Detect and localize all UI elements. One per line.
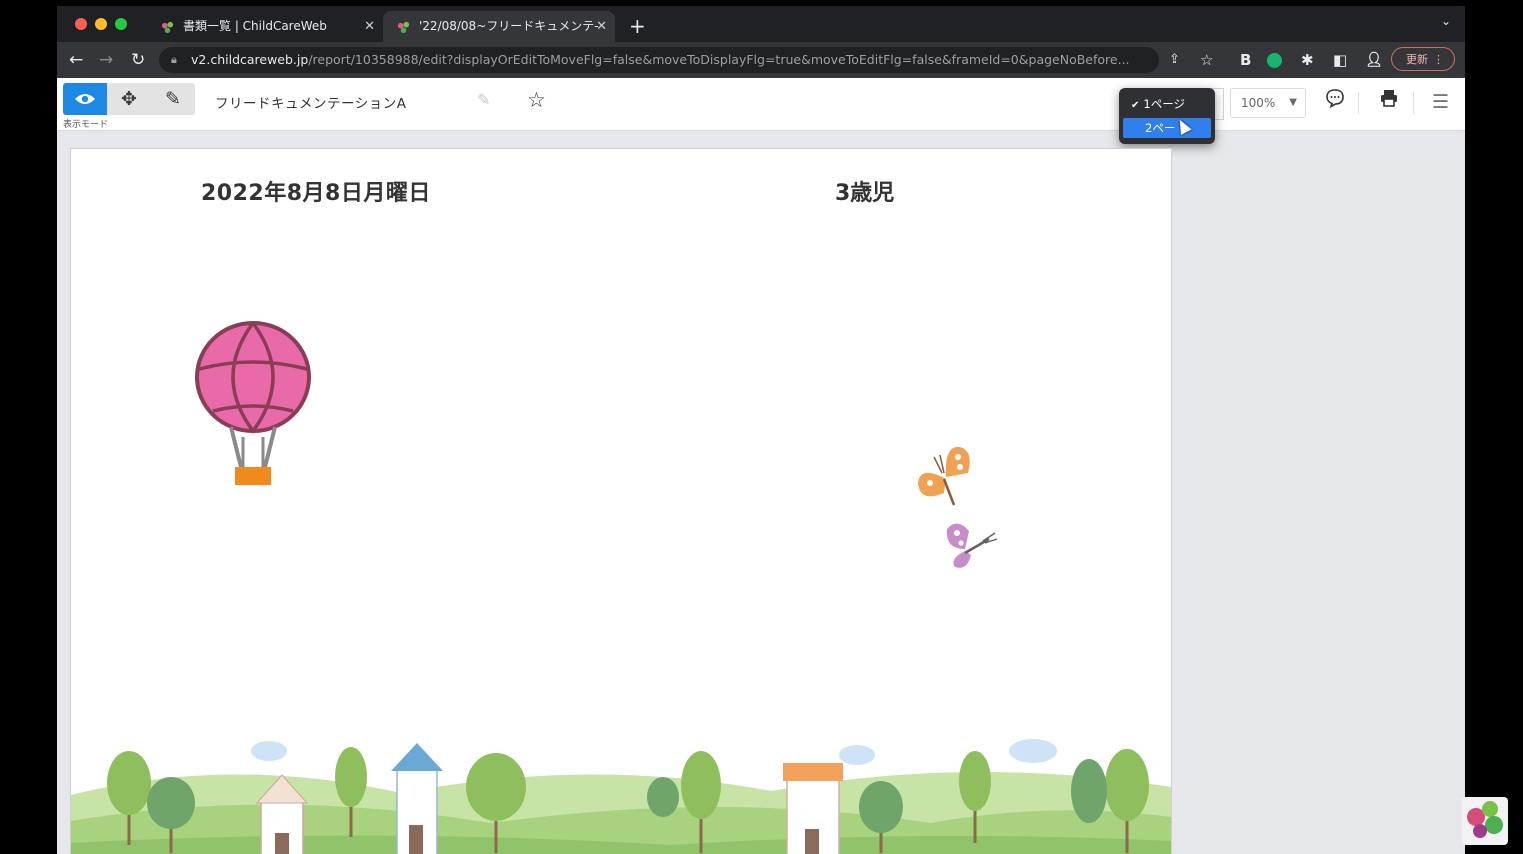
tab-close-icon[interactable]: ✕: [596, 11, 607, 42]
page-option-2[interactable]: 2ペー: [1123, 118, 1211, 138]
orange-butterfly-image[interactable]: [914, 443, 978, 511]
tab-title: 書類一覧 | ChildCareWeb: [183, 19, 327, 33]
childcareweb-favicon-icon: [161, 21, 174, 34]
close-window-button[interactable]: [75, 18, 87, 30]
page-option-label: 1ページ: [1143, 97, 1185, 111]
address-bar[interactable]: 🔒︎ v2.childcareweb.jp/report/10358988/ed…: [159, 47, 1159, 73]
document-page: 2022年8月8日月曜日 3歳児: [70, 148, 1172, 854]
print-icon[interactable]: [1379, 88, 1399, 116]
toolbar-divider: [1413, 92, 1414, 114]
back-arrow-icon[interactable]: ←: [69, 48, 83, 72]
page-option-label: 2ペー: [1145, 121, 1176, 135]
browser-window: 書類一覧 | ChildCareWeb ✕ '22/08/08~フリードキュメン…: [57, 6, 1465, 854]
hamburger-menu-icon[interactable]: ☰: [1432, 88, 1449, 116]
comment-icon[interactable]: [1325, 88, 1345, 116]
zoom-select[interactable]: 100% ▼: [1230, 88, 1306, 118]
tab-document-list[interactable]: 書類一覧 | ChildCareWeb ✕: [147, 11, 383, 42]
extensions-puzzle-icon[interactable]: ✱: [1301, 48, 1314, 72]
chevron-down-icon: ▼: [1289, 97, 1297, 108]
zoom-value: 100%: [1241, 96, 1276, 110]
lock-icon: 🔒︎: [171, 53, 177, 66]
tab-search-chevron-icon[interactable]: ⌄: [1441, 14, 1451, 28]
rename-pencil-icon[interactable]: ✎: [477, 90, 490, 109]
tab-free-documentation[interactable]: '22/08/08~フリードキュメンテ- ✕: [383, 11, 615, 42]
navigation-bar: ← → ↻ 🔒︎ v2.childcareweb.jp/report/10358…: [57, 42, 1465, 78]
tab-bar: 書類一覧 | ChildCareWeb ✕ '22/08/08~フリードキュメン…: [57, 6, 1465, 42]
app-toolbar: ✥ ✎ 表示モード フリードキュメンテーションA ✎ ☆ 100% ▼ ☰: [57, 78, 1465, 131]
extension-green-icon[interactable]: [1267, 53, 1282, 68]
profile-icon[interactable]: 👤︎: [1365, 48, 1383, 72]
url-host: v2.childcareweb.jp: [191, 52, 309, 67]
document-age-group[interactable]: 3歳児: [835, 175, 894, 207]
edit-mode-button[interactable]: ✎: [151, 83, 195, 115]
document-date[interactable]: 2022年8月8日月曜日: [201, 175, 431, 207]
hatena-bookmark-extension-icon[interactable]: B: [1240, 48, 1251, 72]
share-icon[interactable]: ⇪: [1169, 48, 1180, 72]
pencil-icon: ✎: [165, 88, 181, 110]
toolbar-divider: [1358, 92, 1359, 114]
browser-update-button[interactable]: 更新 ⋮: [1391, 47, 1455, 71]
view-mode-button[interactable]: [63, 83, 107, 115]
pink-butterfly-image[interactable]: [943, 519, 999, 571]
page-option-1[interactable]: ✔ 1ページ: [1123, 94, 1211, 114]
new-tab-plus-icon[interactable]: +: [629, 12, 646, 40]
forward-arrow-icon[interactable]: →: [99, 48, 113, 72]
maximize-window-button[interactable]: [115, 18, 127, 30]
favorite-star-icon[interactable]: ☆: [527, 88, 546, 112]
bookmark-star-icon[interactable]: ☆: [1200, 48, 1213, 72]
url-text: v2.childcareweb.jp/report/10358988/edit?…: [191, 47, 1130, 73]
tab-close-icon[interactable]: ✕: [364, 11, 375, 42]
childcareweb-favicon-icon: [397, 21, 410, 34]
minimize-window-button[interactable]: [95, 18, 107, 30]
tab-title: '22/08/08~フリードキュメンテ-: [419, 19, 599, 33]
url-path: /report/10358988/edit?displayOrEditToMov…: [308, 52, 1130, 67]
landscape-illustration[interactable]: [71, 725, 1171, 854]
side-panel-icon[interactable]: ◧: [1333, 48, 1347, 72]
check-icon: ✔: [1131, 100, 1140, 111]
page-select-dropdown: ✔ 1ページ 2ペー: [1119, 88, 1215, 144]
reload-icon[interactable]: ↻: [131, 48, 145, 72]
hot-air-balloon-image[interactable]: [191, 321, 315, 497]
mode-label: 表示モード: [63, 120, 109, 130]
eye-icon: [75, 94, 95, 104]
childcareweb-logo-icon: [1462, 797, 1508, 845]
move-arrows-icon: ✥: [121, 88, 137, 110]
document-title: フリードキュメンテーションA: [215, 96, 407, 112]
kebab-menu-icon: ⋮: [1433, 53, 1444, 66]
update-label: 更新: [1406, 53, 1428, 66]
move-mode-button[interactable]: ✥: [107, 83, 151, 115]
